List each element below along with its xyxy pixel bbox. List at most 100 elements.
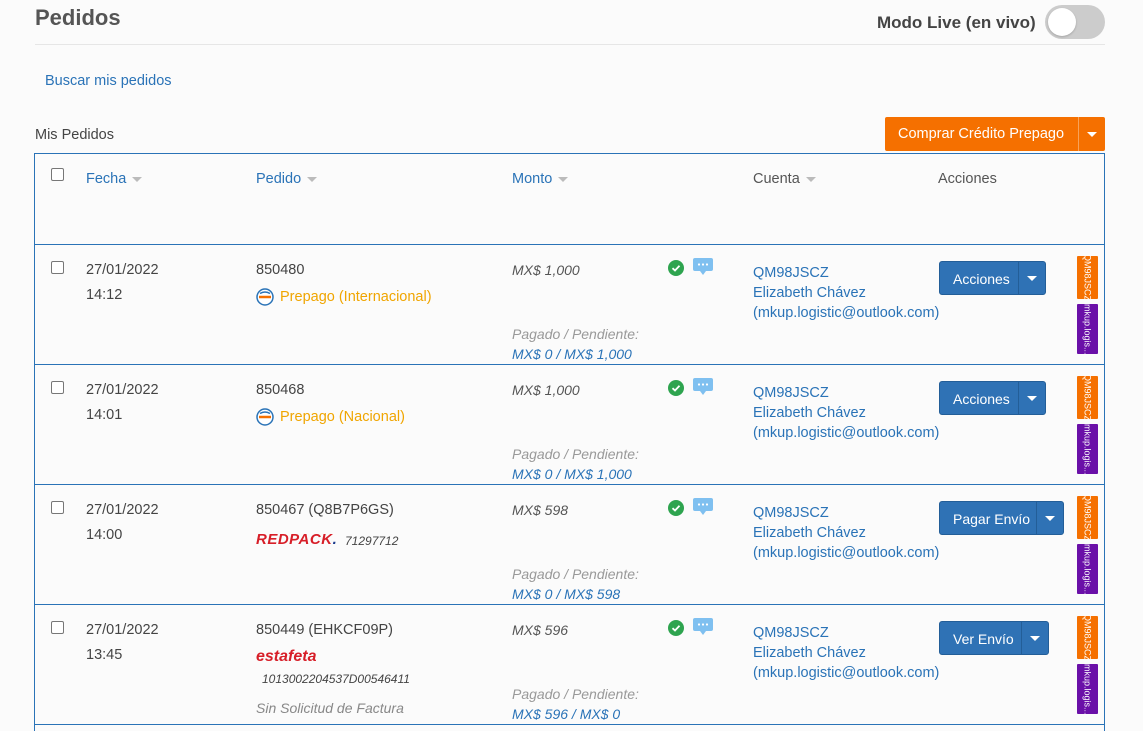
order-time: 14:00 <box>86 527 123 543</box>
view-shipment-button[interactable]: Ver Envío <box>939 621 1049 655</box>
column-header-account[interactable]: Cuenta <box>753 171 816 187</box>
order-id: 850468 <box>256 382 305 398</box>
row-checkbox[interactable] <box>51 261 64 274</box>
account-name-link[interactable]: Elizabeth Chávez <box>753 643 939 663</box>
page-title: Pedidos <box>35 5 121 30</box>
buy-prepaid-credit-button[interactable]: Comprar Crédito Prepago <box>885 117 1105 151</box>
redpack-logo: REDPACK. <box>256 531 338 548</box>
prepago-logo-icon <box>256 408 274 426</box>
order-time: 14:01 <box>86 407 123 423</box>
actions-separator <box>1018 382 1019 414</box>
account-info: QM98JSCZ Elizabeth Chávez (mkup.logistic… <box>753 623 939 683</box>
caret-down-icon[interactable] <box>1045 516 1055 521</box>
table-row: 27/01/2022 14:00 850467 (Q8B7P6GS) REDPA… <box>35 485 1104 605</box>
actions-separator <box>1018 262 1019 294</box>
sort-caret-icon <box>307 176 318 182</box>
order-time: 14:12 <box>86 287 123 303</box>
account-email-link[interactable]: (mkup.logistic@outlook.com) <box>753 423 939 443</box>
table-header: Fecha Pedido Monto Cuenta Acciones <box>35 154 1104 245</box>
live-mode-toggle[interactable] <box>1045 5 1105 39</box>
account-id-link[interactable]: QM98JSCZ <box>753 263 939 283</box>
account-tag: QM98JSCZ <box>1077 616 1098 659</box>
search-orders-link[interactable]: Buscar mis pedidos <box>45 73 172 89</box>
tracking-number: 1013002204537D00546411 <box>262 672 410 686</box>
order-date: 27/01/2022 <box>86 262 159 278</box>
account-info: QM98JSCZ Elizabeth Chávez (mkup.logistic… <box>753 383 939 443</box>
actions-button[interactable]: Acciones <box>939 381 1046 415</box>
caret-down-icon[interactable] <box>1087 132 1097 137</box>
user-tag: mkup.logis... <box>1077 544 1098 594</box>
invoice-status: Sin Solicitud de Factura <box>256 700 404 716</box>
order-amount: MX$ 1,000 <box>512 262 580 278</box>
chat-bubble-icon[interactable] <box>692 617 714 637</box>
order-time: 13:45 <box>86 647 123 663</box>
toggle-knob <box>1048 8 1076 36</box>
account-info: QM98JSCZ Elizabeth Chávez (mkup.logistic… <box>753 263 939 323</box>
chat-bubble-icon[interactable] <box>692 257 714 277</box>
live-mode-label: Modo Live (en vivo) <box>877 13 1036 32</box>
paid-pending-label: Pagado / Pendiente: <box>512 446 639 462</box>
order-id: 850449 (EHKCF09P) <box>256 622 394 638</box>
orders-table: Fecha Pedido Monto Cuenta Acciones 27/01… <box>34 153 1105 731</box>
column-header-date[interactable]: Fecha <box>86 171 143 187</box>
prepago-label: Prepago (Nacional) <box>256 408 405 426</box>
pay-shipment-label: Pagar Envío <box>953 511 1031 527</box>
actions-button-label: Acciones <box>953 391 1010 407</box>
check-circle-icon <box>668 260 684 276</box>
account-email-link[interactable]: (mkup.logistic@outlook.com) <box>753 543 939 563</box>
paid-pending-label: Pagado / Pendiente: <box>512 566 639 582</box>
account-name-link[interactable]: Elizabeth Chávez <box>753 523 939 543</box>
chat-bubble-icon[interactable] <box>692 497 714 517</box>
actions-button[interactable]: Acciones <box>939 261 1046 295</box>
account-tag: QM98JSCZ <box>1077 256 1098 299</box>
sort-caret-icon <box>805 176 816 182</box>
account-tag: QM98JSCZ <box>1077 496 1098 539</box>
account-id-link[interactable]: QM98JSCZ <box>753 623 939 643</box>
actions-separator <box>1036 502 1037 534</box>
actions-separator <box>1021 622 1022 654</box>
title-divider <box>35 44 1105 45</box>
tracking-number: 71297712 <box>345 534 399 548</box>
user-tag: mkup.logis... <box>1077 304 1098 354</box>
prepago-label: Prepago (Internacional) <box>256 288 432 306</box>
column-header-actions: Acciones <box>938 171 997 187</box>
table-row: 27/01/2022 14:12 850480 Prepago (Interna… <box>35 245 1104 365</box>
account-tag: QM98JSCZ <box>1077 376 1098 419</box>
check-circle-icon <box>668 500 684 516</box>
paid-pending-value: MX$ 0 / MX$ 1,000 <box>512 466 632 482</box>
account-email-link[interactable]: (mkup.logistic@outlook.com) <box>753 663 939 683</box>
actions-button-label: Acciones <box>953 271 1010 287</box>
order-id: 850480 <box>256 262 305 278</box>
account-email-link[interactable]: (mkup.logistic@outlook.com) <box>753 303 939 323</box>
order-date: 27/01/2022 <box>86 382 159 398</box>
order-amount: MX$ 598 <box>512 502 569 518</box>
buy-button-separator <box>1078 117 1079 151</box>
chat-bubble-icon[interactable] <box>692 377 714 397</box>
order-date: 27/01/2022 <box>86 502 159 518</box>
paid-pending-label: Pagado / Pendiente: <box>512 326 639 342</box>
column-header-amount[interactable]: Monto <box>512 171 569 187</box>
view-shipment-label: Ver Envío <box>953 631 1014 647</box>
row-checkbox[interactable] <box>51 501 64 514</box>
caret-down-icon[interactable] <box>1027 396 1037 401</box>
account-name-link[interactable]: Elizabeth Chávez <box>753 283 939 303</box>
section-label: Mis Pedidos <box>35 127 114 143</box>
paid-pending-value: MX$ 0 / MX$ 1,000 <box>512 346 632 362</box>
account-id-link[interactable]: QM98JSCZ <box>753 383 939 403</box>
row-checkbox[interactable] <box>51 621 64 634</box>
caret-down-icon[interactable] <box>1030 636 1040 641</box>
order-date: 27/01/2022 <box>86 622 159 638</box>
order-id: 850467 (Q8B7P6GS) <box>256 502 394 518</box>
account-name-link[interactable]: Elizabeth Chávez <box>753 403 939 423</box>
account-id-link[interactable]: QM98JSCZ <box>753 503 939 523</box>
column-header-order[interactable]: Pedido <box>256 171 318 187</box>
account-info: QM98JSCZ Elizabeth Chávez (mkup.logistic… <box>753 503 939 563</box>
order-amount: MX$ 596 <box>512 622 569 638</box>
select-all-checkbox[interactable] <box>51 168 64 181</box>
buy-button-label: Comprar Crédito Prepago <box>898 126 1065 142</box>
caret-down-icon[interactable] <box>1027 276 1037 281</box>
pay-shipment-button[interactable]: Pagar Envío <box>939 501 1064 535</box>
user-tag: mkup.logis... <box>1077 424 1098 474</box>
row-checkbox[interactable] <box>51 381 64 394</box>
table-row: 27/01/2022 14:01 850468 Prepago (Naciona… <box>35 365 1104 485</box>
